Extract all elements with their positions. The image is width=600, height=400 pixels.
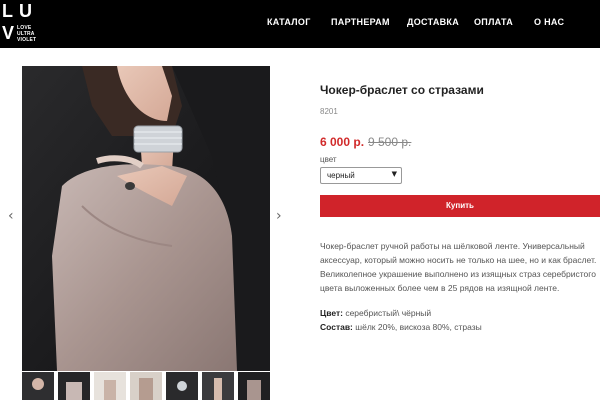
logo-tagline: LOVE ULTRA VIOLET [17,25,37,43]
product-title: Чокер-браслет со стразами [320,83,484,97]
product-description: Чокер-браслет ручной работы на шёлковой … [320,241,597,293]
chevron-down-icon: ▼ [391,170,397,178]
thumbnail[interactable] [238,372,270,400]
thumbnail-strip [22,372,272,400]
product-sku: 8201 [320,107,338,116]
spec-color-label: Цвет: [320,308,343,318]
thumbnail[interactable] [22,372,54,400]
gallery-prev-icon[interactable]: ‹ [8,208,14,224]
logo[interactable]: L U V LOVE ULTRA VIOLET [0,0,36,48]
logo-letter-u: U [19,1,32,21]
nav-partners[interactable]: ПАРТНЕРАМ [331,17,390,31]
nav-delivery[interactable]: ДОСТАВКА [407,17,459,31]
spec-composition: Состав: шёлк 20%, вискоза 80%, стразы [320,322,482,332]
spec-color: Цвет: серебристый\ чёрный [320,308,431,318]
spec-composition-label: Состав: [320,322,353,332]
color-select[interactable]: черный ▼ [320,167,402,184]
thumbnail[interactable] [202,372,234,400]
site-header: L U V LOVE ULTRA VIOLET КАТАЛОГ ПАРТНЕРА… [0,0,600,48]
thumbnail[interactable] [58,372,90,400]
nav-payment[interactable]: ОПЛАТА [474,17,513,31]
logo-letter-l: L [2,1,13,21]
nav-catalog[interactable]: КАТАЛОГ [267,17,311,31]
thumbnail[interactable] [94,372,126,400]
logo-letter-v: V [2,23,15,43]
product-photo [22,66,270,371]
product-main-image[interactable] [22,66,270,371]
product-old-price: 9 500 р. [368,135,412,149]
gallery-next-icon[interactable]: › [276,208,282,224]
buy-button[interactable]: Купить [320,195,600,217]
thumbnail[interactable] [166,372,198,400]
color-selected-value: черный [327,171,355,180]
color-label: цвет [320,155,337,164]
spec-color-value: серебристый\ чёрный [345,308,432,318]
product-price: 6 000 р. [320,135,365,149]
spec-composition-value: шёлк 20%, вискоза 80%, стразы [355,322,482,332]
thumbnail[interactable] [130,372,162,400]
nav-about[interactable]: О НАС [534,17,564,31]
